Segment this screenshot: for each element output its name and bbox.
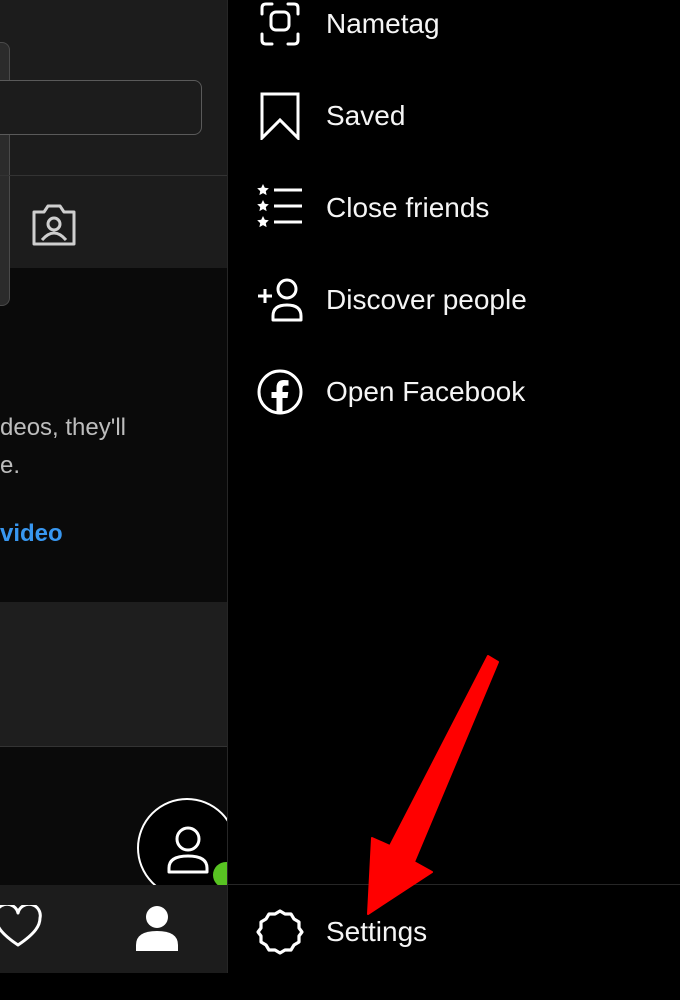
profile-tab-icon[interactable] xyxy=(134,905,180,951)
menu-item-open-facebook[interactable]: Open Facebook xyxy=(228,368,680,460)
person-outline-icon xyxy=(167,826,209,874)
band-divider xyxy=(0,746,227,747)
menu-item-label: Discover people xyxy=(326,284,527,315)
content-band xyxy=(0,602,227,746)
menu-item-nametag[interactable]: Nametag xyxy=(228,0,680,92)
gear-icon xyxy=(256,909,304,955)
empty-state-text-line-1: deos, they'll xyxy=(0,414,126,441)
menu-item-close-friends[interactable]: Close friends xyxy=(228,184,680,276)
share-video-link[interactable]: video xyxy=(0,520,63,548)
red-arrow-annotation xyxy=(367,655,499,915)
menu-item-discover-people[interactable]: Discover people xyxy=(228,276,680,368)
menu-item-label: Close friends xyxy=(326,192,490,223)
nametag-icon xyxy=(260,2,300,46)
menu-item-label: Open Facebook xyxy=(326,376,526,407)
heart-icon[interactable] xyxy=(0,905,42,949)
tagged-photos-icon[interactable] xyxy=(30,200,78,248)
menu-item-label: Saved xyxy=(326,100,406,131)
menu-item-label: Nametag xyxy=(326,8,440,39)
bottom-nav-bar xyxy=(0,885,227,973)
menu-item-settings[interactable]: Settings xyxy=(228,908,680,1000)
profile-avatar-button[interactable] xyxy=(137,798,227,898)
facebook-icon xyxy=(257,369,303,415)
bookmark-icon xyxy=(260,92,300,140)
menu-item-saved[interactable]: Saved xyxy=(228,92,680,184)
menu-item-label: Settings xyxy=(326,916,428,947)
empty-state-text-line-2: e. xyxy=(0,452,21,479)
close-friends-icon xyxy=(257,184,302,228)
profile-search-field[interactable] xyxy=(0,80,202,135)
add-person-icon xyxy=(258,278,303,322)
profile-pane: deos, they'll e. video xyxy=(0,0,227,973)
tab-divider xyxy=(0,175,227,176)
